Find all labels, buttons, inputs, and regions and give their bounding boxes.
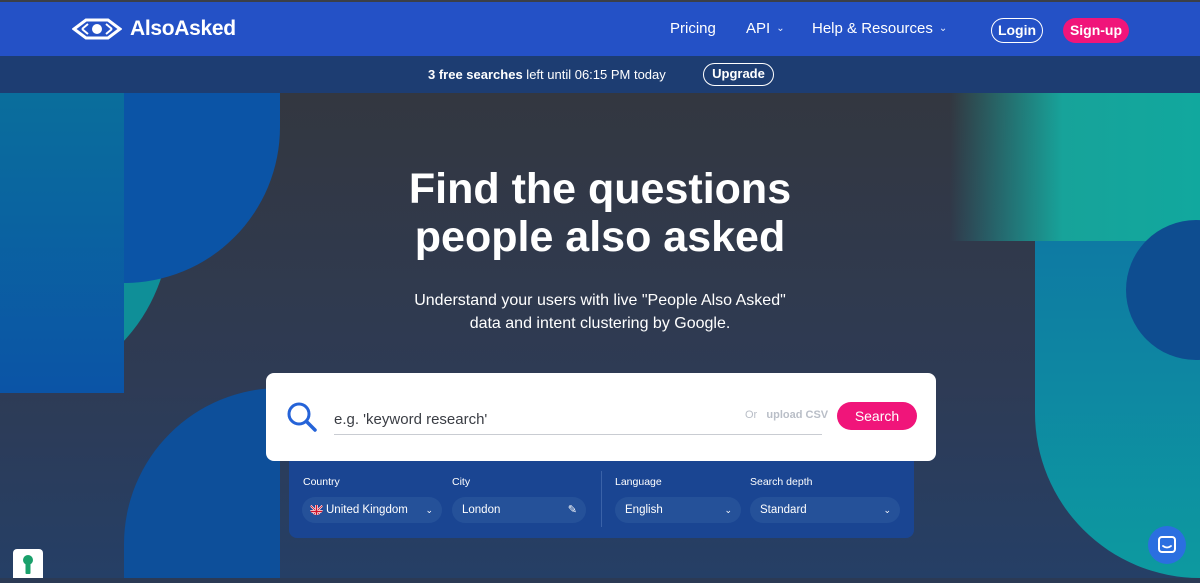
hero-subtitle-line2: data and intent clustering by Google. (469, 315, 731, 332)
search-filters: Country United Kingdom ⌄ City London ✎ L… (289, 461, 914, 538)
nav-pricing[interactable]: Pricing (670, 20, 716, 37)
pencil-icon[interactable]: ✎ (568, 497, 577, 523)
uk-flag-icon (310, 502, 323, 515)
upload-csv-link[interactable]: Or upload CSV (745, 409, 828, 421)
login-button[interactable]: Login (991, 18, 1043, 43)
country-label: Country (303, 476, 340, 488)
password-manager-badge[interactable] (13, 549, 43, 578)
logo[interactable]: AlsoAsked (72, 17, 236, 41)
chevron-down-icon: ⌄ (938, 23, 948, 34)
chevron-down-icon: ⌄ (883, 505, 891, 515)
language-select[interactable]: English ⌄ (615, 497, 741, 523)
language-value: English (625, 504, 663, 516)
bg-shape-blue-lower (124, 388, 280, 578)
nav-pricing-label: Pricing (670, 20, 716, 37)
search-depth-label: Search depth (750, 476, 813, 488)
banner-text: 3 free searches left until 06:15 PM toda… (428, 67, 666, 82)
signup-button[interactable]: Sign-up (1063, 18, 1129, 43)
upgrade-button[interactable]: Upgrade (703, 63, 774, 86)
logo-icon (72, 18, 122, 40)
hero-title-line2: people also asked (414, 213, 786, 261)
hero-subtitle: Understand your users with live "People … (380, 289, 820, 335)
hero-subtitle-line1: Understand your users with live "People … (414, 292, 786, 309)
hero-title: Find the questions people also asked (300, 165, 900, 261)
upload-or-text: Or (745, 409, 758, 421)
chevron-down-icon: ⌄ (724, 505, 732, 515)
nav-api-label: API (746, 20, 771, 37)
city-value: London (462, 504, 501, 516)
upload-csv-label: upload CSV (766, 409, 829, 421)
city-label: City (452, 476, 471, 488)
top-navigation: AlsoAsked Pricing API ⌄ Help & Resources… (0, 0, 1200, 56)
banner-count: 3 free searches (428, 67, 523, 82)
nav-api[interactable]: API ⌄ (746, 20, 785, 37)
search-button[interactable]: Search (837, 402, 917, 430)
search-depth-value: Standard (760, 504, 807, 516)
city-field[interactable]: London ✎ (452, 497, 586, 523)
search-icon (287, 402, 317, 432)
bg-shape-teal-right (950, 93, 1200, 241)
search-box: Or upload CSV Search (266, 373, 936, 461)
hero-title-line1: Find the questions (408, 165, 792, 213)
country-select[interactable]: United Kingdom ⌄ (302, 497, 442, 523)
logo-text: AlsoAsked (130, 17, 236, 40)
chevron-down-icon: ⌄ (776, 23, 785, 34)
hero-section: Find the questions people also asked Und… (0, 93, 1200, 578)
language-label: Language (615, 476, 662, 488)
search-depth-select[interactable]: Standard ⌄ (750, 497, 900, 523)
nav-help-resources[interactable]: Help & Resources ⌄ (812, 20, 947, 37)
chevron-down-icon: ⌄ (425, 505, 433, 515)
banner-rest: left until 06:15 PM today (522, 67, 666, 82)
filter-divider (601, 471, 602, 527)
nav-help-label: Help & Resources (812, 20, 933, 37)
bg-shape-blue-quarter (0, 93, 124, 393)
bg-shape-blue-column (124, 93, 280, 283)
chat-icon (1158, 536, 1176, 553)
free-searches-banner: 3 free searches left until 06:15 PM toda… (0, 56, 1200, 93)
chat-widget-button[interactable] (1148, 526, 1186, 564)
country-value: United Kingdom (326, 504, 408, 516)
keyhole-icon (23, 555, 33, 574)
